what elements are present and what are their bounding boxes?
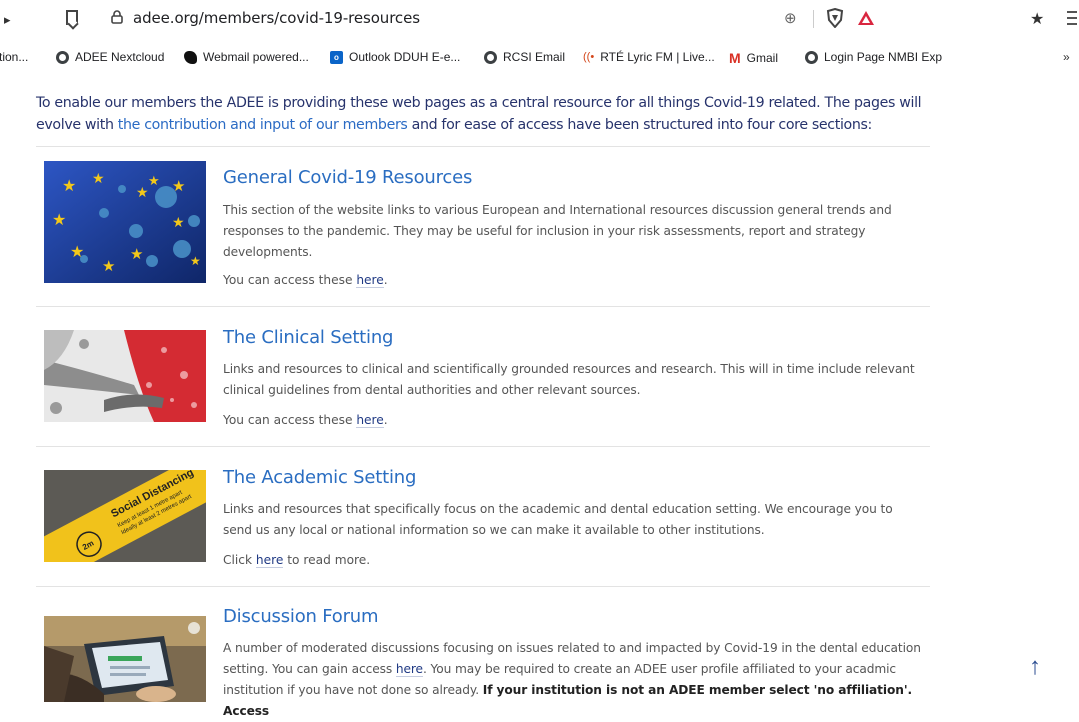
browser-toolbar: ▸ adee.org/members/covid-19-resources ⊕ … <box>0 0 1079 38</box>
globe-icon <box>56 50 69 64</box>
section-description: Links and resources to clinical and scie… <box>223 362 915 397</box>
gmail-icon: M <box>729 50 741 66</box>
access-text: Click <box>223 553 256 567</box>
svg-text:★: ★ <box>136 184 149 200</box>
arrow-up-icon[interactable]: ↑ <box>1029 655 1041 679</box>
address-bar[interactable]: adee.org/members/covid-19-resources <box>133 9 420 27</box>
section-clinical-setting: The Clinical Setting Links and resources… <box>36 320 930 440</box>
section-title[interactable]: The Academic Setting <box>223 467 416 488</box>
section-divider <box>36 306 930 307</box>
bookmarks-bar: tion... ADEE Nextcloud Webmail powered..… <box>0 44 1079 74</box>
section-general-resources: ★ ★ ★ ★ ★ ★ ★ ★ ★ ★ ★ General Covid-19 R… <box>36 160 930 300</box>
svg-text:★: ★ <box>92 170 105 186</box>
svg-text:★: ★ <box>148 173 160 188</box>
intro-text: and for ease of access have been structu… <box>407 117 873 133</box>
owl-icon <box>184 50 197 64</box>
section-divider <box>36 146 930 147</box>
outlook-icon: o <box>330 50 343 64</box>
access-text: to read more. <box>283 553 371 567</box>
bookmark-item[interactable]: tion... <box>0 50 28 64</box>
bookmark-item[interactable]: M Gmail <box>729 50 778 66</box>
access-text: You can access these <box>223 413 357 427</box>
svg-text:★: ★ <box>52 212 66 229</box>
access-text: . <box>383 273 388 287</box>
bookmark-item[interactable]: RCSI Email <box>484 50 565 64</box>
globe-icon <box>484 50 497 64</box>
section-divider <box>36 586 930 587</box>
bookmark-item[interactable]: Login Page NMBI Exp <box>805 50 942 64</box>
access-text: You can access these <box>223 273 357 287</box>
laptop-user-image <box>44 616 206 702</box>
bookmarks-overflow-chevron[interactable]: » <box>1063 50 1070 64</box>
globe-icon <box>805 50 818 64</box>
svg-text:★: ★ <box>70 244 84 261</box>
svg-text:★: ★ <box>172 214 185 230</box>
bookmark-item[interactable]: Webmail powered... <box>184 50 309 64</box>
bookmark-item[interactable]: o Outlook DDUH E-e... <box>330 50 460 64</box>
bookmark-label: tion... <box>0 50 29 64</box>
section-divider <box>36 446 930 447</box>
section-discussion-forum: Discussion Forum A number of moderated d… <box>36 600 930 718</box>
eu-flag-virus-image: ★ ★ ★ ★ ★ ★ ★ ★ ★ ★ ★ <box>44 161 206 283</box>
bookmark-label: Outlook DDUH E-e... <box>349 50 461 64</box>
zoom-icon[interactable]: ⊕ <box>784 9 797 27</box>
section-title[interactable]: Discussion Forum <box>223 606 379 627</box>
bookmark-label: RTÉ Lyric FM | Live... <box>600 50 715 64</box>
section-title[interactable]: The Clinical Setting <box>223 327 393 348</box>
here-link[interactable]: here <box>356 413 384 428</box>
bookmark-icon[interactable] <box>66 10 78 25</box>
toolbar-divider <box>813 10 814 28</box>
access-text: . <box>383 413 388 427</box>
here-link[interactable]: here <box>395 662 423 677</box>
section-access-line: You can access these here. <box>223 273 388 288</box>
section-access-line: You can access these here. <box>223 413 388 428</box>
section-description: A number of moderated discussions focusi… <box>223 638 928 722</box>
bookmark-label: RCSI Email <box>503 50 566 64</box>
intro-paragraph: To enable our members the ADEE is provid… <box>36 92 936 136</box>
svg-text:★: ★ <box>172 178 185 195</box>
svg-text:★: ★ <box>130 246 143 263</box>
brave-shield-icon[interactable] <box>826 8 844 28</box>
extensions-icon[interactable]: ★ <box>1030 9 1044 29</box>
svg-text:★: ★ <box>62 178 76 195</box>
section-title[interactable]: General Covid-19 Resources <box>223 167 472 188</box>
section-description: This section of the website links to var… <box>223 203 892 259</box>
radio-icon: ((• <box>583 51 595 63</box>
back-arrow-icon[interactable]: ▸ <box>4 12 11 28</box>
svg-text:★: ★ <box>102 258 115 275</box>
bookmark-item[interactable]: ADEE Nextcloud <box>56 50 164 64</box>
section-description: Links and resources that specifically fo… <box>223 502 893 537</box>
section-access-line: Click here to read more. <box>223 553 371 568</box>
here-link[interactable]: here <box>255 553 284 568</box>
clinical-hands-image <box>44 330 206 422</box>
here-link[interactable]: here <box>356 273 384 288</box>
contribution-link[interactable]: the contribution and input of our member… <box>118 117 408 133</box>
brave-rewards-icon[interactable] <box>857 9 875 27</box>
bookmark-label: Webmail powered... <box>203 50 309 64</box>
lock-icon[interactable] <box>111 10 123 24</box>
section-academic-setting: Social Distancing Keep at least 1 metre … <box>36 460 930 580</box>
social-distancing-sign-image: Social Distancing Keep at least 1 metre … <box>44 470 206 562</box>
bookmark-item[interactable]: ((• RTÉ Lyric FM | Live... <box>583 50 715 64</box>
svg-text:★: ★ <box>190 254 201 268</box>
bookmark-label: Gmail <box>746 51 779 65</box>
menu-icon[interactable] <box>1067 11 1077 29</box>
bookmark-label: ADEE Nextcloud <box>75 50 165 64</box>
bookmark-label: Login Page NMBI Exp <box>824 50 943 64</box>
